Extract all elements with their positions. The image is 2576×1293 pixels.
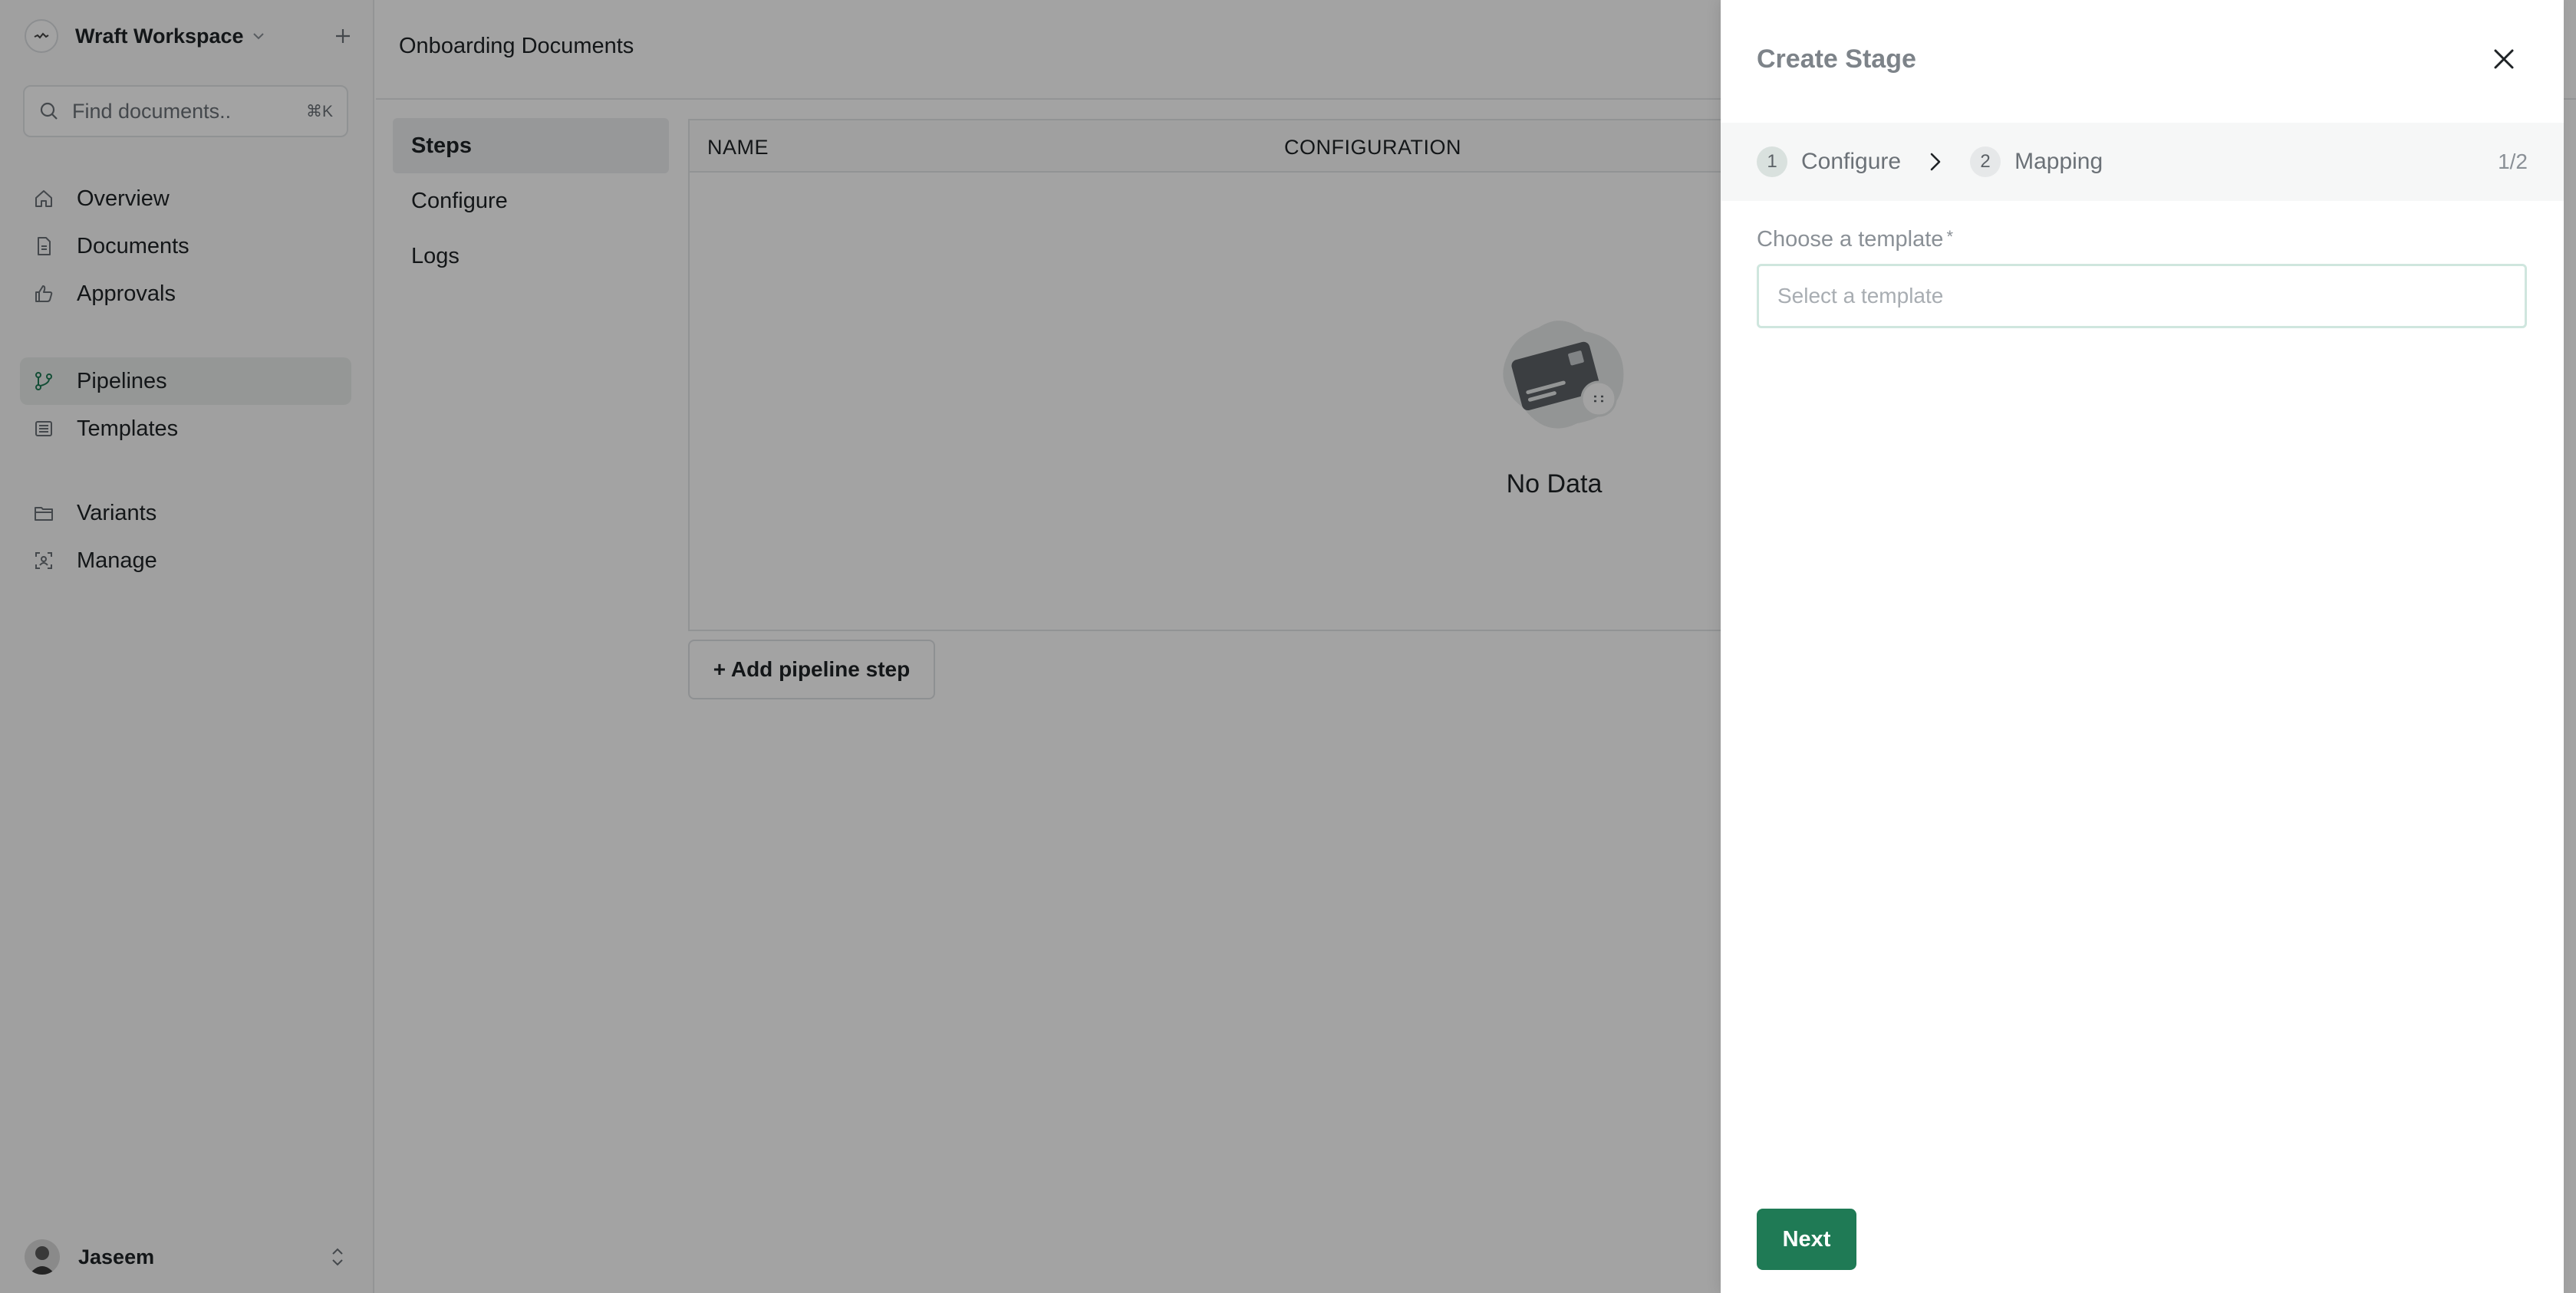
field-label-text: Choose a template (1757, 227, 1944, 252)
next-button[interactable]: Next (1757, 1209, 1856, 1270)
close-icon[interactable] (2490, 45, 2518, 73)
required-mark: * (1946, 227, 1953, 246)
step-label-configure[interactable]: Configure (1801, 149, 1901, 175)
chevron-right-icon (1930, 153, 1941, 171)
stepper: 1 Configure 2 Mapping 1/2 (1721, 123, 2564, 201)
template-field-label: Choose a template * (1757, 227, 1953, 252)
drawer-title: Create Stage (1757, 44, 1916, 74)
template-select-input[interactable] (1757, 264, 2527, 328)
step-label-mapping[interactable]: Mapping (2014, 149, 2103, 175)
step-number-2: 2 (1970, 146, 2001, 177)
step-number-1: 1 (1757, 146, 1787, 177)
step-count: 1/2 (2498, 150, 2528, 173)
create-stage-drawer: Create Stage 1 Configure 2 Mapping 1/2 C… (1721, 0, 2564, 1293)
